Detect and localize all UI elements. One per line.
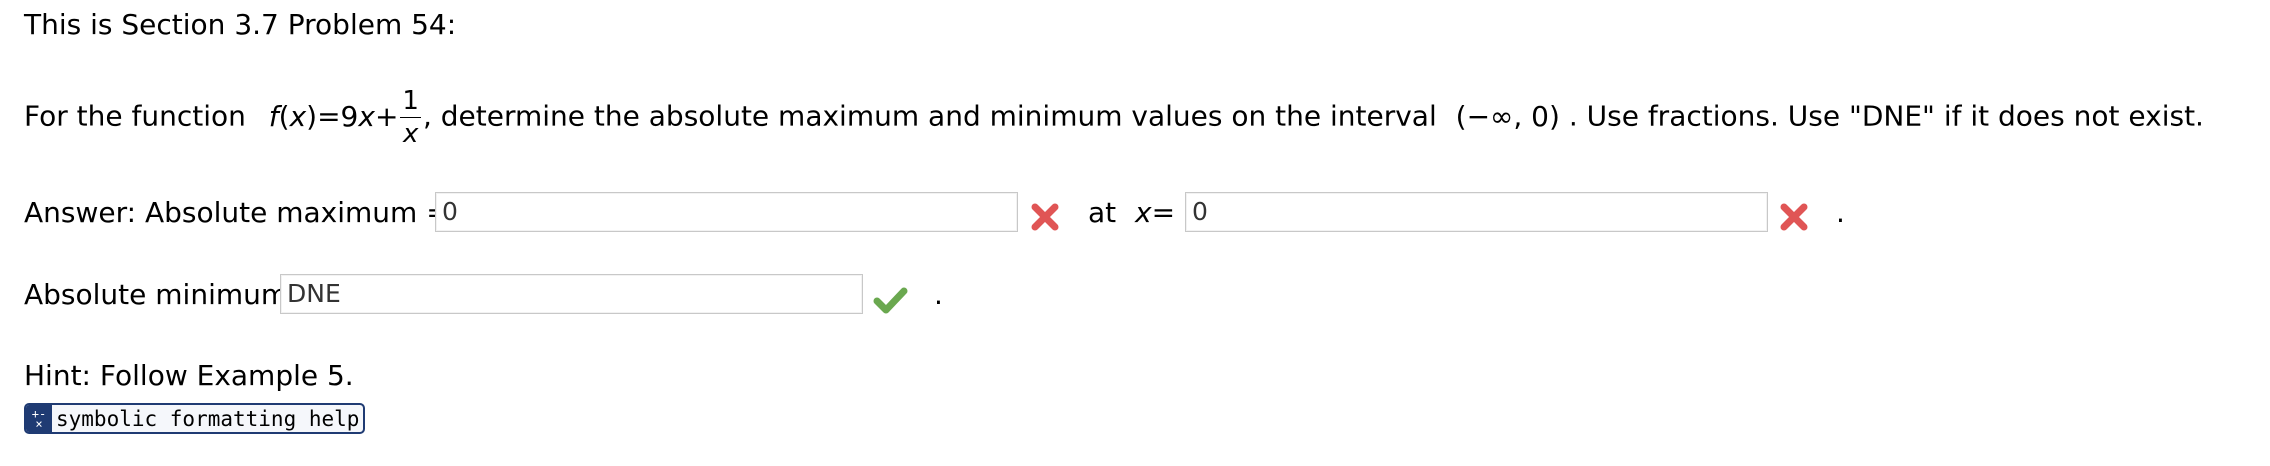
- function-var-2: x: [358, 99, 375, 133]
- abs-max-label: Answer: Absolute maximum =: [24, 196, 450, 229]
- at-eq: =: [1151, 196, 1176, 229]
- help-button-label: symbolic formatting help: [56, 406, 360, 431]
- abs-min-input[interactable]: DNE: [280, 274, 863, 314]
- correct-check-icon: [873, 287, 908, 314]
- problem-prefix: For the function: [24, 99, 246, 133]
- function-plus: +: [374, 99, 399, 133]
- at-label: at: [1088, 196, 1117, 229]
- fraction-denominator: x: [403, 119, 419, 149]
- hint-text: Hint: Follow Example 5.: [24, 359, 354, 392]
- fraction-numerator: 1: [400, 86, 421, 118]
- problem-statement: For the function f(x)=9x+ 1 x, determine t…: [24, 86, 2204, 149]
- fraction: 1x: [400, 88, 421, 147]
- problem-suffix: , determine the absolute maximum and min…: [422, 99, 1437, 133]
- incorrect-x-icon-2: [1780, 203, 1808, 231]
- incorrect-x-icon: [1031, 203, 1059, 231]
- function-body: )=9: [306, 99, 359, 133]
- abs-max-input[interactable]: 0: [435, 192, 1018, 232]
- abs-min-end: .: [934, 278, 943, 311]
- interval: (−∞, 0): [1455, 99, 1560, 133]
- symbolic-formatting-help-button[interactable]: +- × symbolic formatting help: [24, 403, 366, 434]
- abs-max-end: .: [1836, 196, 1845, 229]
- at-var: x: [1135, 196, 1152, 229]
- abs-max-x-input[interactable]: 0: [1185, 192, 1768, 232]
- formatting-help-icon: +- ×: [26, 405, 52, 432]
- function-var: x: [289, 99, 307, 133]
- section-header: This is Section 3.7 Problem 54:: [24, 8, 457, 41]
- problem-instructions: . Use fractions. Use "DNE" if it does no…: [1568, 99, 2204, 133]
- function-name: f: [268, 99, 279, 133]
- at-x-label: at x=: [1088, 196, 1175, 229]
- abs-min-label: Absolute minimum: [24, 278, 289, 311]
